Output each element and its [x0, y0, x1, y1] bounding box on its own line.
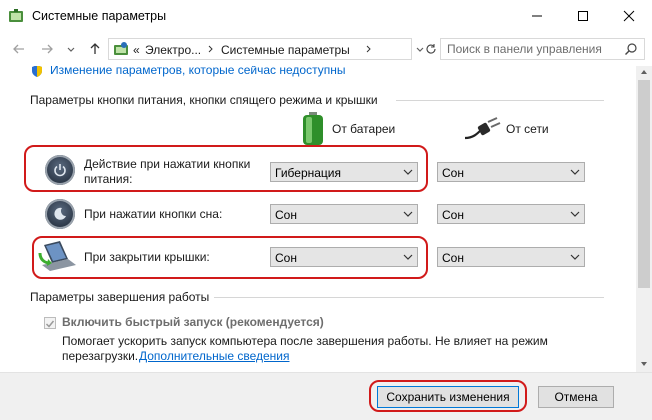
- minimize-button[interactable]: [514, 0, 560, 32]
- chevron-down-icon: [403, 211, 413, 217]
- back-arrow-icon: [13, 44, 24, 54]
- refresh-button[interactable]: [424, 38, 438, 60]
- sleep-button-icon: [45, 199, 75, 229]
- scroll-down-icon[interactable]: [640, 360, 648, 368]
- fast-startup-checkbox[interactable]: [44, 317, 56, 329]
- select-value: Сон: [442, 208, 464, 222]
- breadcrumb-item[interactable]: Системные параметры: [221, 43, 350, 57]
- select-value: Сон: [275, 251, 297, 265]
- chevron-down-icon: [570, 254, 580, 260]
- close-button[interactable]: [606, 0, 652, 32]
- window-title: Системные параметры: [32, 9, 167, 23]
- battery-icon: [303, 112, 323, 145]
- chevron-down-icon: [67, 47, 75, 52]
- change-unavailable-settings-link[interactable]: Изменение параметров, которые сейчас нед…: [50, 66, 346, 77]
- fast-startup-description-cont: перезагрузки.: [62, 349, 139, 363]
- select-value: Сон: [275, 208, 297, 222]
- forward-arrow-icon: [42, 44, 53, 54]
- battery-column-label: От батареи: [332, 122, 396, 136]
- back-button[interactable]: [10, 40, 28, 58]
- control-panel-icon: [8, 8, 24, 24]
- fast-startup-description: Помогает ускорить запуск компьютера посл…: [62, 334, 548, 348]
- more-info-link[interactable]: Дополнительные сведения: [139, 349, 289, 363]
- address-bar[interactable]: « Электро... Системные параметры: [108, 38, 412, 60]
- maximize-icon: [578, 11, 588, 21]
- lid-close-plugged-select[interactable]: Сон: [437, 247, 585, 267]
- cancel-button[interactable]: Отмена: [538, 386, 614, 408]
- chevron-down-icon: [570, 211, 580, 217]
- select-value: Гибернация: [275, 166, 341, 180]
- select-value: Сон: [442, 251, 464, 265]
- search-input[interactable]: Поиск в панели управления: [447, 42, 602, 56]
- fast-startup-label: Включить быстрый запуск (рекомендуется): [62, 315, 324, 329]
- forward-button[interactable]: [38, 40, 56, 58]
- recent-locations-button[interactable]: [62, 40, 80, 58]
- laptop-lid-icon: [38, 241, 76, 271]
- refresh-icon: [426, 44, 436, 54]
- power-plug-icon: [464, 117, 501, 140]
- up-arrow-icon: [90, 43, 100, 54]
- power-buttons-section-title: Параметры кнопки питания, кнопки спящего…: [30, 93, 378, 107]
- section-divider: [396, 100, 604, 101]
- checkmark-icon: [45, 320, 55, 328]
- select-value: Сон: [442, 166, 464, 180]
- plugged-in-column-label: От сети: [506, 122, 549, 136]
- power-button-battery-select[interactable]: Гибернация: [270, 162, 418, 182]
- chevron-right-icon: [366, 45, 371, 53]
- close-icon: [623, 10, 635, 22]
- power-button-action-label: Действие при нажатии кнопки питания:: [84, 157, 251, 186]
- search-box[interactable]: Поиск в панели управления: [440, 38, 645, 60]
- chevron-down-icon: [570, 169, 580, 175]
- save-changes-button[interactable]: Сохранить изменения: [377, 386, 519, 408]
- scrollbar-thumb[interactable]: [638, 80, 650, 288]
- chevron-down-icon: [403, 169, 413, 175]
- settings-content: Изменение параметров, которые сейчас нед…: [0, 66, 636, 372]
- chevron-right-icon: [208, 45, 213, 53]
- lid-close-battery-select[interactable]: Сон: [270, 247, 418, 267]
- power-button-plugged-select[interactable]: Сон: [437, 162, 585, 182]
- breadcrumb-item[interactable]: Электро...: [145, 43, 201, 57]
- chevron-down-icon: [403, 254, 413, 260]
- power-button-icon: [45, 155, 75, 185]
- sleep-button-plugged-select[interactable]: Сон: [437, 204, 585, 224]
- breadcrumb-prefix: «: [133, 43, 140, 57]
- sleep-button-action-label: При нажатии кнопки сна:: [84, 207, 223, 221]
- uac-shield-icon: [32, 66, 42, 77]
- up-button[interactable]: [86, 40, 104, 58]
- sleep-button-battery-select[interactable]: Сон: [270, 204, 418, 224]
- lid-close-action-label: При закрытии крышки:: [84, 250, 210, 264]
- scroll-up-icon[interactable]: [640, 68, 648, 76]
- search-icon: [625, 43, 637, 55]
- maximize-button[interactable]: [560, 0, 606, 32]
- section-divider: [214, 297, 604, 298]
- minimize-icon: [532, 15, 542, 17]
- control-panel-icon: [114, 42, 128, 55]
- shutdown-section-title: Параметры завершения работы: [30, 290, 210, 304]
